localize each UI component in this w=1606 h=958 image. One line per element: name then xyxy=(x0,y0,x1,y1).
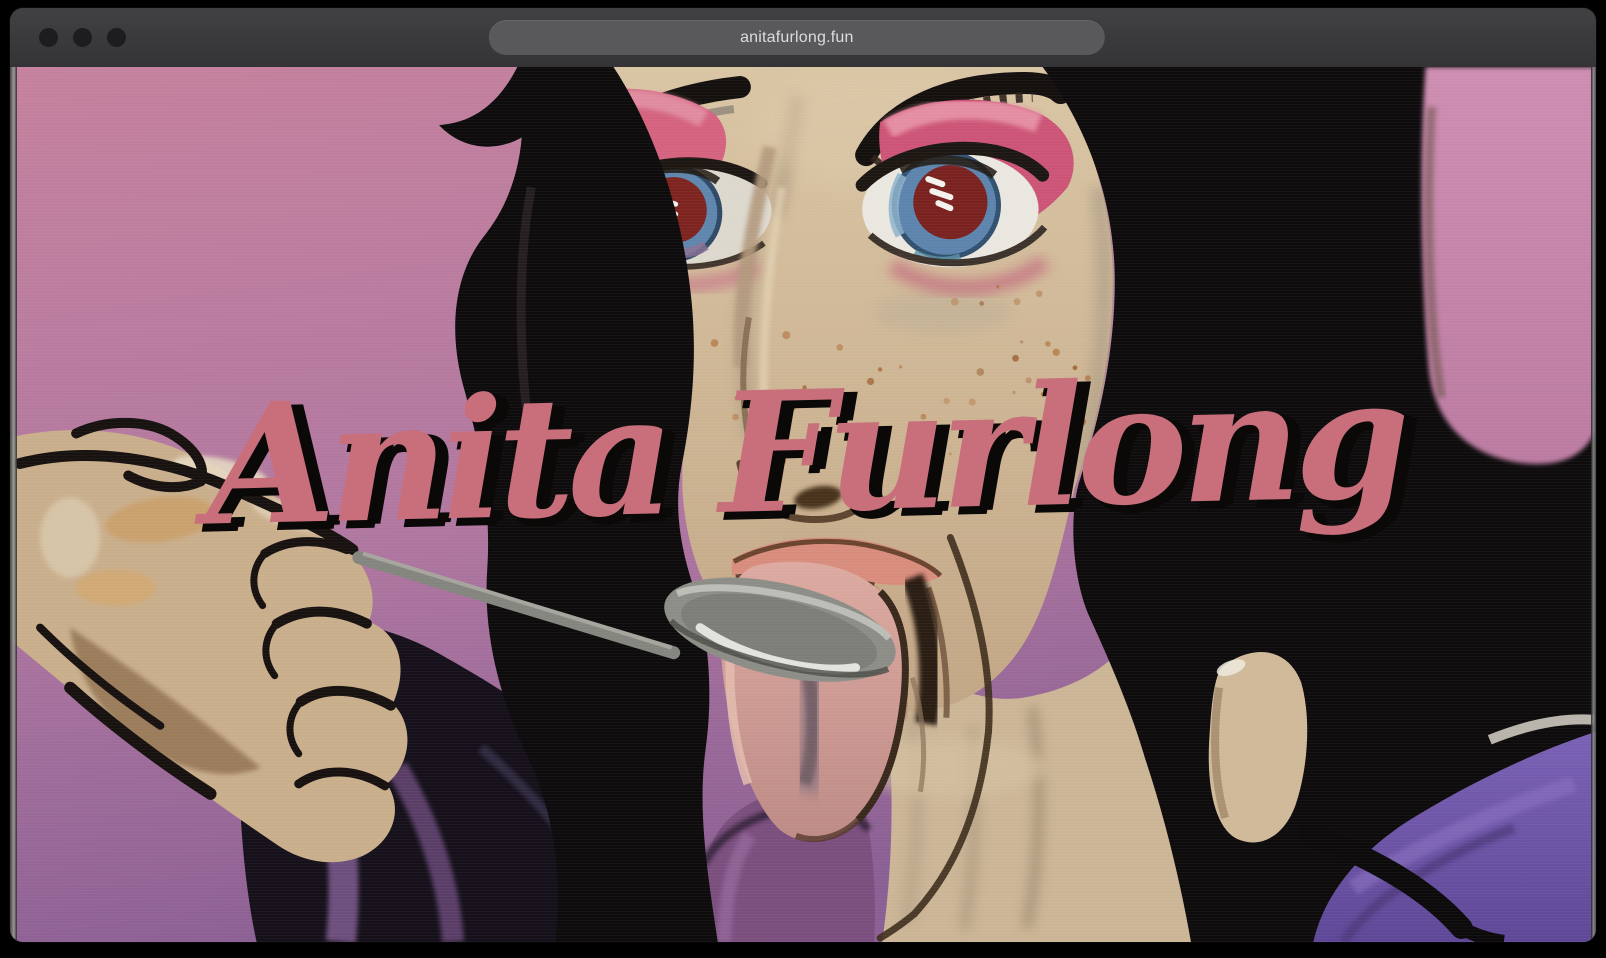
window-controls xyxy=(39,28,126,47)
window-left-bezel xyxy=(10,67,17,942)
site-title: Anita Furlong xyxy=(204,341,1405,563)
window-control-dot[interactable] xyxy=(107,28,126,47)
window-control-dot[interactable] xyxy=(73,28,92,47)
url-bar[interactable]: anitafurlong.fun xyxy=(489,20,1105,55)
url-text: anitafurlong.fun xyxy=(740,29,854,47)
browser-titlebar[interactable]: anitafurlong.fun xyxy=(10,8,1596,68)
page-content: Anita Furlong xyxy=(10,67,1596,942)
window-control-dot[interactable] xyxy=(39,28,58,47)
browser-window: anitafurlong.fun xyxy=(10,8,1596,942)
screen: anitafurlong.fun xyxy=(0,0,1606,958)
window-right-bezel xyxy=(1591,67,1596,942)
